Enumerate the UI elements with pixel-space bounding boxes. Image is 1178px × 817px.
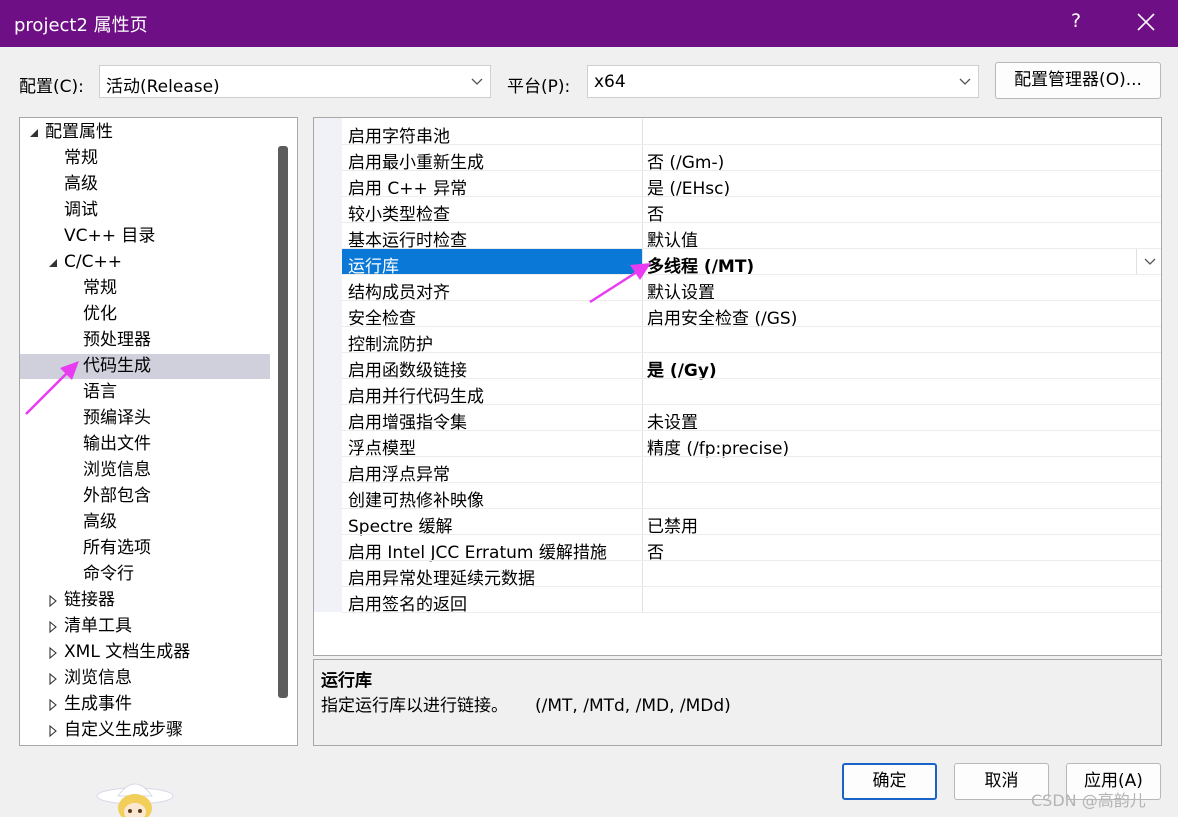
tree-item-all-options[interactable]: 所有选项 <box>20 536 278 561</box>
grid-row[interactable]: 浮点模型 精度 (/fp:precise) <box>342 431 1161 459</box>
chevron-down-icon <box>1144 258 1156 265</box>
tree-item-vc-directories[interactable]: VC++ 目录 <box>20 224 278 249</box>
platform-dropdown[interactable]: x64 <box>587 65 979 98</box>
grid-row[interactable]: 结构成员对齐 默认设置 <box>342 275 1161 303</box>
config-manager-button[interactable]: 配置管理器(O)... <box>995 62 1161 99</box>
tree-item-code-generation[interactable]: 代码生成 <box>20 354 270 379</box>
grid-row[interactable]: 启用并行代码生成 <box>342 379 1161 407</box>
expand-icon[interactable] <box>47 725 59 737</box>
tree-item-linker[interactable]: 链接器 <box>20 588 278 613</box>
grid-row[interactable]: 创建可热修补映像 <box>342 483 1161 511</box>
tree-item-preprocessor[interactable]: 预处理器 <box>20 328 278 353</box>
grid-row[interactable]: 启用字符串池 <box>342 119 1161 147</box>
platform-label: 平台(P): <box>507 77 571 97</box>
grid-row[interactable]: 启用 C++ 异常是 (/EHsc) <box>342 171 1161 199</box>
grid-row[interactable]: 启用签名的返回 <box>342 587 1161 615</box>
tree-item-manifest-tool[interactable]: 清单工具 <box>20 614 278 639</box>
tree-item-xml-doc-generator[interactable]: XML 文档生成器 <box>20 640 278 665</box>
tree-item-optimization[interactable]: 优化 <box>20 302 278 327</box>
grid-gutter <box>314 118 342 612</box>
collapse-icon[interactable] <box>28 127 40 139</box>
tree-item-precompiled-headers[interactable]: 预编译头 <box>20 406 278 431</box>
expand-icon[interactable] <box>47 699 59 711</box>
grid-row[interactable]: 启用函数级链接是 (/Gy) <box>342 353 1161 381</box>
grid-row[interactable]: 启用异常处理延续元数据 <box>342 561 1161 589</box>
grid-row[interactable]: 安全检查 启用安全检查 (/GS) <box>342 301 1161 329</box>
config-dropdown[interactable]: 活动(Release) <box>99 65 491 98</box>
collapse-icon[interactable] <box>47 257 59 269</box>
grid-row[interactable]: 启用增强指令集 未设置 <box>342 405 1161 433</box>
tree-item-browse-info[interactable]: 浏览信息 <box>20 458 278 483</box>
grid-row-runtime-library[interactable]: 运行库 多线程 (/MT) <box>342 249 1161 277</box>
grid-row[interactable]: 控制流防护 <box>342 327 1161 355</box>
platform-value: x64 <box>594 72 626 92</box>
property-tree: 配置属性 常规 高级 调试 VC++ 目录 C/C++ 常规 优化 预处理器 代… <box>19 117 298 746</box>
tree-item-command-line[interactable]: 命令行 <box>20 562 278 587</box>
grid-row[interactable]: 启用最小重新生成否 (/Gm-) <box>342 145 1161 173</box>
help-button[interactable]: ? <box>1066 10 1086 32</box>
runtime-library-dropdown[interactable] <box>1136 249 1161 274</box>
grid-row[interactable]: Spectre 缓解 已禁用 <box>342 509 1161 537</box>
close-icon[interactable] <box>1132 8 1160 36</box>
config-value: 活动(Release) <box>106 77 220 97</box>
watermark: CSDN @高韵儿 <box>1031 791 1146 810</box>
tree-scrollbar[interactable] <box>278 146 288 698</box>
property-grid: 启用字符串池 启用最小重新生成否 (/Gm-) 启用 C++ 异常是 (/EHs… <box>313 117 1162 656</box>
tree-item-config-properties[interactable]: 配置属性 <box>20 120 278 145</box>
expand-icon[interactable] <box>47 621 59 633</box>
tree-item-custom-build-step[interactable]: 自定义生成步骤 <box>20 718 278 743</box>
expand-icon[interactable] <box>47 595 59 607</box>
expand-icon[interactable] <box>47 647 59 659</box>
description-text: 指定运行库以进行链接。 (/MT, /MTd, /MD, /MDd) <box>321 696 731 716</box>
chevron-down-icon <box>959 78 971 85</box>
tree-item-c-cpp[interactable]: C/C++ <box>20 250 278 275</box>
ok-button[interactable]: 确定 <box>842 763 937 800</box>
tree-item-cpp-general[interactable]: 常规 <box>20 276 278 301</box>
tree-item-cpp-advanced[interactable]: 高级 <box>20 510 278 535</box>
tree-item-debugging[interactable]: 调试 <box>20 198 278 223</box>
window-title: project2 属性页 <box>14 15 148 36</box>
grid-row[interactable]: 启用浮点异常 <box>342 457 1161 485</box>
chevron-down-icon <box>471 78 483 85</box>
tree-item-advanced[interactable]: 高级 <box>20 172 278 197</box>
tree-item-build-events[interactable]: 生成事件 <box>20 692 278 717</box>
tree-item-language[interactable]: 语言 <box>20 380 278 405</box>
grid-row[interactable]: 基本运行时检查 默认值 <box>342 223 1161 251</box>
description-panel: 运行库 指定运行库以进行链接。 (/MT, /MTd, /MD, /MDd) <box>313 659 1162 746</box>
title-bar: project2 属性页 ? <box>0 0 1178 47</box>
mascot-image <box>96 783 174 817</box>
expand-icon[interactable] <box>47 673 59 685</box>
grid-row[interactable]: 启用 Intel JCC Erratum 缓解措施否 <box>342 535 1161 563</box>
tree-item-external-includes[interactable]: 外部包含 <box>20 484 278 509</box>
config-label: 配置(C): <box>19 77 84 97</box>
grid-row[interactable]: 较小类型检查否 <box>342 197 1161 225</box>
tree-item-output-files[interactable]: 输出文件 <box>20 432 278 457</box>
tree-item-general[interactable]: 常规 <box>20 146 278 171</box>
tree-item-browse-info-root[interactable]: 浏览信息 <box>20 666 278 691</box>
description-title: 运行库 <box>321 671 372 691</box>
